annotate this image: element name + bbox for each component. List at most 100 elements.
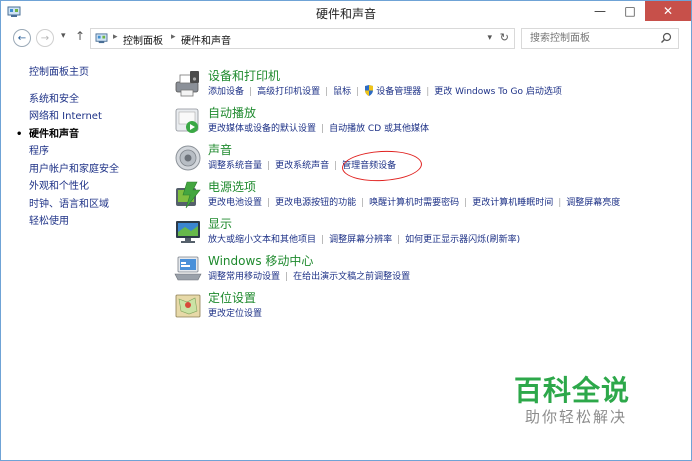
category-links: 更改定位设置 xyxy=(208,306,262,319)
link-change-location-settings[interactable]: 更改定位设置 xyxy=(208,306,262,319)
link-mobility-settings[interactable]: 调整常用移动设置 xyxy=(208,269,280,282)
uac-shield-icon xyxy=(365,85,374,96)
control-panel-icon xyxy=(95,33,108,44)
printer-icon[interactable] xyxy=(173,69,203,99)
category-title-location-settings[interactable]: 定位设置 xyxy=(208,289,256,306)
minimize-button[interactable]: — xyxy=(585,1,615,21)
category-title-devices-printers[interactable]: 设备和打印机 xyxy=(208,67,280,84)
link-separator: | xyxy=(321,235,325,245)
link-text-size[interactable]: 放大或缩小文本和其他项目 xyxy=(208,232,316,245)
category-links: 添加设备 | 高级打印机设置 | 鼠标 | 设备管理器 | 更改 Windows To Go 启… xyxy=(208,84,562,97)
breadcrumb-hardware-sound[interactable]: 硬件和声音 xyxy=(181,32,231,47)
link-mouse[interactable]: 鼠标 xyxy=(333,84,351,97)
link-separator: | xyxy=(334,161,338,171)
category-title-mobility-center[interactable]: Windows 移动中心 xyxy=(208,252,313,269)
link-separator: | xyxy=(397,235,401,245)
refresh-button[interactable]: ↻ xyxy=(500,31,509,44)
link-add-device[interactable]: 添加设备 xyxy=(208,84,244,97)
link-separator: | xyxy=(285,272,289,282)
speaker-icon[interactable] xyxy=(173,143,203,173)
search-input[interactable] xyxy=(522,29,657,48)
breadcrumb-separator[interactable]: ▸ xyxy=(113,32,118,42)
link-power-button-function[interactable]: 更改电源按钮的功能 xyxy=(275,195,356,208)
power-icon[interactable] xyxy=(173,180,203,210)
control-panel-window: 硬件和声音 — □ ✕ ← → ▾ ↑ ▸ 控制面板 ▸ 硬件和声音 ▾ ↻ 搜… xyxy=(0,0,692,461)
search-box[interactable] xyxy=(521,28,679,49)
category-power-options: 电源选项 更改电池设置 | 更改电源按钮的功能 | 唤醒计算机时需要密码 | 更改计算机睡眠… xyxy=(173,178,673,214)
category-links: 更改媒体或设备的默认设置 | 自动播放 CD 或其他媒体 xyxy=(208,121,429,134)
sidebar-item-system-security[interactable]: 系统和安全 xyxy=(29,91,159,109)
category-links: 调整常用移动设置 | 在给出演示文稿之前调整设置 xyxy=(208,269,410,282)
link-change-battery-settings[interactable]: 更改电池设置 xyxy=(208,195,262,208)
link-change-default-media[interactable]: 更改媒体或设备的默认设置 xyxy=(208,121,316,134)
link-separator: | xyxy=(267,161,271,171)
link-advanced-printer-setup[interactable]: 高级打印机设置 xyxy=(257,84,320,97)
category-sound: 声音 调整系统音量 | 更改系统声音 | 管理音频设备 xyxy=(173,141,673,177)
category-title-sound[interactable]: 声音 xyxy=(208,141,232,158)
active-bullet: • xyxy=(16,128,23,140)
category-title-display[interactable]: 显示 xyxy=(208,215,232,232)
sidebar-item-appearance[interactable]: 外观和个性化 xyxy=(29,178,159,196)
link-sleep-time[interactable]: 更改计算机睡眠时间 xyxy=(472,195,553,208)
sidebar-item-programs[interactable]: 程序 xyxy=(29,143,159,161)
category-links: 放大或缩小文本和其他项目 | 调整屏幕分辨率 | 如何更正显示器闪烁(刷新率) xyxy=(208,232,520,245)
breadcrumb-separator[interactable]: ▸ xyxy=(171,32,176,42)
back-button[interactable]: ← xyxy=(13,29,31,47)
autoplay-icon[interactable] xyxy=(173,106,203,136)
link-separator: | xyxy=(325,87,329,97)
maximize-button[interactable]: □ xyxy=(615,1,645,21)
category-devices-printers: 设备和打印机 添加设备 | 高级打印机设置 | 鼠标 | 设备管理器 | 更改 Windows … xyxy=(173,67,673,103)
close-button[interactable]: ✕ xyxy=(645,1,691,21)
link-wakeup-password[interactable]: 唤醒计算机时需要密码 xyxy=(369,195,459,208)
title-bar: 硬件和声音 — □ ✕ xyxy=(1,1,691,25)
address-bar[interactable]: ▸ 控制面板 ▸ 硬件和声音 ▾ ↻ xyxy=(90,28,515,49)
search-icon[interactable] xyxy=(660,32,672,44)
address-dropdown-button[interactable]: ▾ xyxy=(487,33,492,43)
link-device-manager[interactable]: 设备管理器 xyxy=(376,84,421,97)
link-separator: | xyxy=(249,87,253,97)
forward-button[interactable]: → xyxy=(36,29,54,47)
link-separator: | xyxy=(361,198,365,208)
sidebar-item-home[interactable]: 控制面板主页 xyxy=(29,64,159,82)
up-button[interactable]: ↑ xyxy=(75,29,85,43)
mobility-center-icon[interactable] xyxy=(173,254,203,284)
sidebar-item-user-accounts[interactable]: 用户帐户和家庭安全 xyxy=(29,161,159,179)
link-separator: | xyxy=(267,198,271,208)
category-title-autoplay[interactable]: 自动播放 xyxy=(208,104,256,121)
category-links: 更改电池设置 | 更改电源按钮的功能 | 唤醒计算机时需要密码 | 更改计算机睡眠时间 | 调整… xyxy=(208,195,620,208)
navigation-bar: ← → ▾ ↑ ▸ 控制面板 ▸ 硬件和声音 ▾ ↻ xyxy=(1,26,691,52)
category-location-settings: 定位设置 更改定位设置 xyxy=(173,289,673,325)
link-manage-audio-devices[interactable]: 管理音频设备 xyxy=(342,158,396,171)
category-autoplay: 自动播放 更改媒体或设备的默认设置 | 自动播放 CD 或其他媒体 xyxy=(173,104,673,140)
window-controls: — □ ✕ xyxy=(585,1,691,23)
sidebar-item-ease-of-access[interactable]: 轻松使用 xyxy=(29,213,159,231)
link-separator: | xyxy=(356,87,360,97)
watermark-title: 百科全说 xyxy=(514,374,631,407)
category-mobility-center: Windows 移动中心 调整常用移动设置 | 在给出演示文稿之前调整设置 xyxy=(173,252,673,288)
link-separator: | xyxy=(464,198,468,208)
sidebar-item-clock-region[interactable]: 时钟、语言和区域 xyxy=(29,196,159,214)
location-icon[interactable] xyxy=(173,291,203,321)
link-separator: | xyxy=(321,124,325,134)
sidebar-item-network[interactable]: 网络和 Internet xyxy=(29,108,159,126)
sidebar: 控制面板主页 系统和安全 网络和 Internet • 硬件和声音 程序 用户帐… xyxy=(16,64,159,231)
link-refresh-rate[interactable]: 如何更正显示器闪烁(刷新率) xyxy=(405,232,520,245)
link-autoplay-cd[interactable]: 自动播放 CD 或其他媒体 xyxy=(329,121,429,134)
link-screen-resolution[interactable]: 调整屏幕分辨率 xyxy=(329,232,392,245)
monitor-icon[interactable] xyxy=(173,217,203,247)
link-windows-to-go[interactable]: 更改 Windows To Go 启动选项 xyxy=(434,84,562,97)
category-title-power-options[interactable]: 电源选项 xyxy=(208,178,256,195)
sidebar-item-hardware-sound[interactable]: • 硬件和声音 xyxy=(16,126,159,144)
breadcrumb-control-panel[interactable]: 控制面板 xyxy=(123,32,163,47)
link-adjust-volume[interactable]: 调整系统音量 xyxy=(208,158,262,171)
category-links: 调整系统音量 | 更改系统声音 | 管理音频设备 xyxy=(208,158,396,171)
link-separator: | xyxy=(558,198,562,208)
sidebar-item-label: 硬件和声音 xyxy=(29,128,79,140)
category-display: 显示 放大或缩小文本和其他项目 | 调整屏幕分辨率 | 如何更正显示器闪烁(刷新率) xyxy=(173,215,673,251)
link-separator: | xyxy=(426,87,430,97)
link-presentation-settings[interactable]: 在给出演示文稿之前调整设置 xyxy=(293,269,410,282)
link-screen-brightness[interactable]: 调整屏幕亮度 xyxy=(566,195,620,208)
watermark-subtitle: 助你轻松解决 xyxy=(525,408,628,426)
recent-locations-button[interactable]: ▾ xyxy=(61,31,66,41)
link-change-system-sounds[interactable]: 更改系统声音 xyxy=(275,158,329,171)
